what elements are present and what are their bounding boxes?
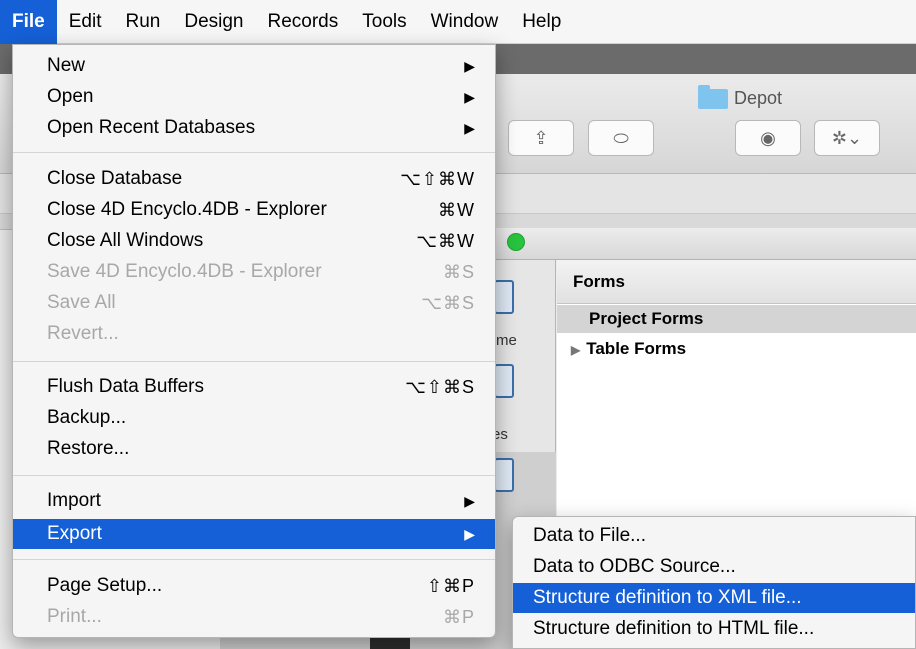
- sidebar-label-home: me: [496, 332, 517, 349]
- menu-item-label: Revert...: [47, 323, 119, 344]
- menu-separator: [13, 152, 495, 153]
- disclosure-triangle-icon[interactable]: ▶: [571, 343, 580, 357]
- submenu-arrow-icon: ▶: [464, 119, 475, 136]
- menu-item-close-all-windows[interactable]: Close All Windows ⌥⌘W: [13, 226, 495, 256]
- window-title: Depot: [698, 84, 783, 109]
- menu-item-label: Open Recent Databases: [47, 117, 256, 138]
- submenu-arrow-icon: ▶: [464, 492, 475, 509]
- menu-item-label: Close Database: [47, 168, 183, 189]
- shortcut-label: ⌥⇧⌘S: [405, 376, 475, 397]
- table-forms-row[interactable]: ▶ Table Forms: [557, 335, 916, 363]
- quick-look-button[interactable]: ◉: [735, 120, 801, 156]
- shortcut-label: ⌥⇧⌘W: [400, 168, 475, 189]
- menu-design[interactable]: Design: [172, 0, 255, 44]
- submenu-item-structure-html[interactable]: Structure definition to HTML file...: [513, 614, 915, 644]
- shortcut-label: ⌥⌘W: [416, 230, 475, 251]
- submenu-arrow-icon: ▶: [464, 88, 475, 105]
- menu-item-print[interactable]: Print... ⌘P: [13, 602, 495, 632]
- menu-help[interactable]: Help: [510, 0, 573, 44]
- table-forms-label: Table Forms: [586, 339, 687, 358]
- menu-item-revert[interactable]: Revert...: [13, 319, 495, 349]
- project-forms-row[interactable]: Project Forms: [557, 305, 916, 333]
- menu-item-flush-data-buffers[interactable]: Flush Data Buffers ⌥⇧⌘S: [13, 372, 495, 402]
- submenu-item-data-to-file[interactable]: Data to File...: [513, 521, 915, 551]
- menu-file[interactable]: File: [0, 0, 57, 44]
- gear-icon: ✲⌄: [831, 127, 863, 148]
- share-button[interactable]: ⇪: [508, 120, 574, 156]
- menu-item-open[interactable]: Open ▶: [13, 82, 495, 112]
- shortcut-label: ⌥⌘S: [421, 292, 475, 313]
- shortcut-label: ⇧⌘P: [426, 575, 475, 596]
- submenu-arrow-icon: ▶: [464, 57, 475, 74]
- menu-item-export[interactable]: Export ▶: [13, 519, 495, 549]
- menu-item-label: Flush Data Buffers: [47, 376, 205, 397]
- menu-item-label: Export: [47, 523, 102, 544]
- menu-item-save-explorer[interactable]: Save 4D Encyclo.4DB - Explorer ⌘S: [13, 257, 495, 287]
- menu-item-backup[interactable]: Backup...: [13, 403, 495, 433]
- menu-item-label: Open: [47, 86, 94, 107]
- menu-item-label: Backup...: [47, 407, 127, 428]
- menu-item-restore[interactable]: Restore...: [13, 434, 495, 464]
- menu-edit[interactable]: Edit: [57, 0, 114, 44]
- tag-button[interactable]: ⬭: [588, 120, 654, 156]
- forms-icon[interactable]: [494, 458, 514, 492]
- submenu-item-structure-xml[interactable]: Structure definition to XML file...: [513, 583, 915, 613]
- shortcut-label: ⌘S: [442, 261, 475, 282]
- menu-records[interactable]: Records: [256, 0, 351, 44]
- menu-bar: File Edit Run Design Records Tools Windo…: [0, 0, 916, 44]
- file-menu-dropdown: New ▶ Open ▶ Open Recent Databases ▶ Clo…: [12, 44, 496, 638]
- menu-item-label: Restore...: [47, 438, 130, 459]
- menu-item-close-explorer[interactable]: Close 4D Encyclo.4DB - Explorer ⌘W: [13, 195, 495, 225]
- menu-item-label: Print...: [47, 606, 102, 627]
- menu-item-label: Save 4D Encyclo.4DB - Explorer: [47, 261, 322, 282]
- submenu-item-data-to-odbc[interactable]: Data to ODBC Source...: [513, 552, 915, 582]
- menu-run[interactable]: Run: [113, 0, 172, 44]
- zoom-window-button[interactable]: [507, 233, 525, 251]
- share-icon: ⇪: [533, 127, 549, 148]
- menu-item-label: Save All: [47, 292, 116, 313]
- menu-item-close-database[interactable]: Close Database ⌥⇧⌘W: [13, 164, 495, 194]
- home-icon[interactable]: [494, 280, 514, 314]
- menu-item-save-all[interactable]: Save All ⌥⌘S: [13, 288, 495, 318]
- menu-window[interactable]: Window: [419, 0, 511, 44]
- menu-item-label: Import: [47, 490, 101, 511]
- menu-item-page-setup[interactable]: Page Setup... ⇧⌘P: [13, 571, 495, 601]
- window-title-text: Depot: [734, 88, 783, 108]
- background-fragment: [370, 638, 410, 649]
- menu-item-import[interactable]: Import ▶: [13, 486, 495, 516]
- menu-item-label: New: [47, 55, 86, 76]
- menu-item-open-recent[interactable]: Open Recent Databases ▶: [13, 113, 495, 143]
- menu-item-label: Close All Windows: [47, 230, 204, 251]
- export-submenu: Data to File... Data to ODBC Source... S…: [512, 516, 916, 649]
- menu-separator: [13, 559, 495, 560]
- eye-icon: ◉: [760, 127, 776, 148]
- shortcut-label: ⌘P: [442, 606, 475, 627]
- action-button[interactable]: ✲⌄: [814, 120, 880, 156]
- menu-item-label: Close 4D Encyclo.4DB - Explorer: [47, 199, 327, 220]
- submenu-arrow-icon: ▶: [464, 525, 475, 542]
- tables-icon[interactable]: [494, 364, 514, 398]
- menu-item-label: Page Setup...: [47, 575, 163, 596]
- menu-tools[interactable]: Tools: [350, 0, 418, 44]
- folder-icon: [698, 84, 728, 109]
- menu-item-new[interactable]: New ▶: [13, 51, 495, 81]
- menu-separator: [13, 475, 495, 476]
- menu-separator: [13, 361, 495, 362]
- shortcut-label: ⌘W: [438, 199, 475, 220]
- forms-column-header: Forms: [557, 260, 916, 304]
- tag-icon: ⬭: [613, 127, 629, 148]
